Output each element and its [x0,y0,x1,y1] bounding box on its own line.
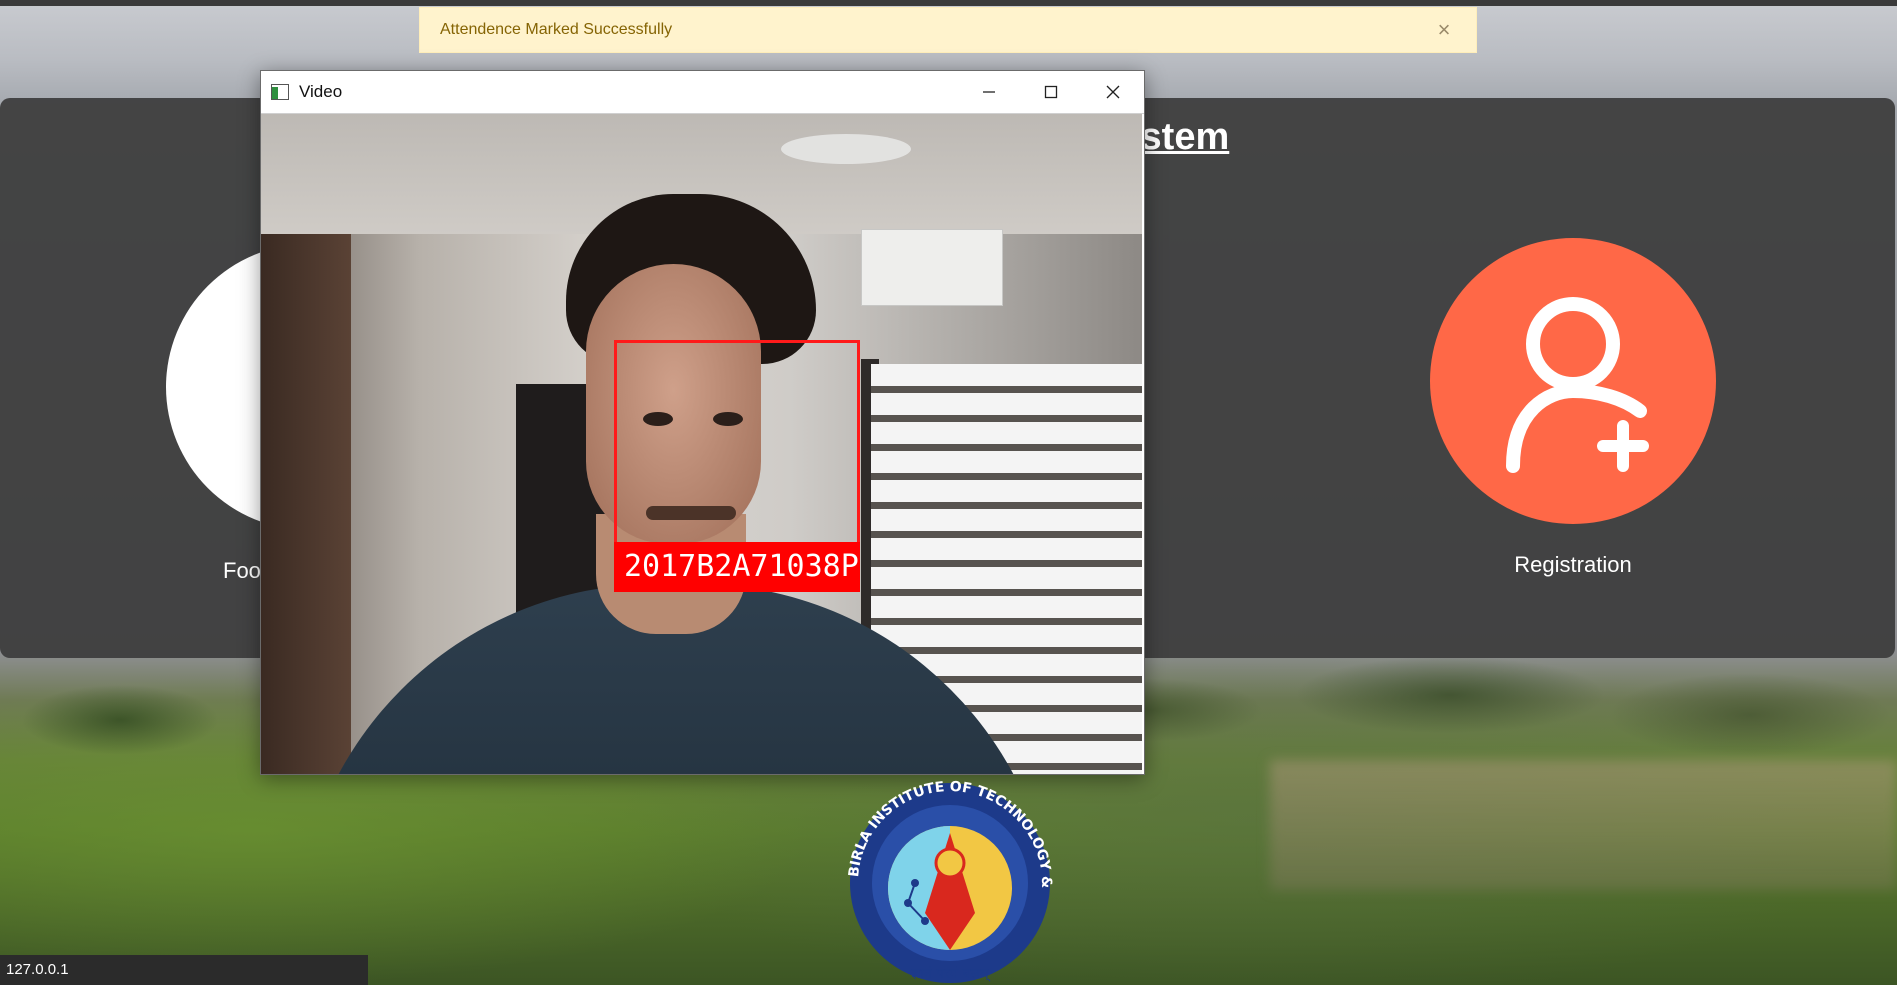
bits-pilani-logo: BIRLA INSTITUTE OF TECHNOLOGY & SCIENCE,… [830,763,1054,983]
registration-label: Registration [1514,552,1632,577]
browser-top-strip [0,0,1897,6]
maximize-icon [1044,85,1058,99]
video-window[interactable]: Video 2017B2A71038P [260,70,1145,775]
window-title: Video [299,82,343,101]
air-conditioner [861,229,1003,306]
room-door [261,234,351,774]
close-window-button[interactable] [1082,71,1144,113]
window-titlebar[interactable]: Video [261,71,1144,114]
app-icon [271,84,289,100]
registration-card[interactable]: Registration [1430,238,1716,578]
camera-feed: 2017B2A71038P [261,114,1142,774]
ceiling-fan [781,134,911,164]
logo-motto: ज्ञानं परमं बलम् [911,966,990,982]
minimize-button[interactable] [958,71,1020,113]
add-user-icon [1506,297,1649,473]
background-hill [1270,760,1897,890]
maximize-button[interactable] [1020,71,1082,113]
status-bar-url: 127.0.0.1 [0,955,368,985]
close-icon[interactable]: × [1432,17,1456,43]
registration-circle[interactable] [1430,238,1716,524]
minimize-icon [983,91,995,93]
success-toast: Attendence Marked Successfully × [419,7,1477,53]
toast-message: Attendence Marked Successfully [440,21,673,38]
close-icon [1106,85,1120,99]
face-id-label: 2017B2A71038P [614,542,860,592]
